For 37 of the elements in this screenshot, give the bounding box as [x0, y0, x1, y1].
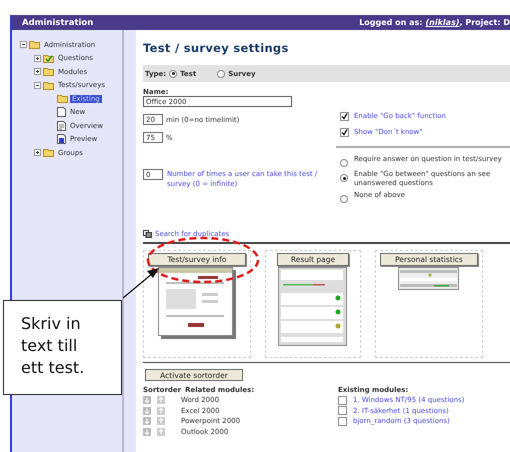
folder-icon: [43, 67, 54, 76]
checkbox[interactable]: [338, 406, 347, 416]
radio-button[interactable]: [340, 174, 348, 182]
radio-button[interactable]: [340, 195, 348, 203]
checkbox[interactable]: [340, 112, 349, 120]
expand-icon[interactable]: [34, 54, 41, 62]
page-title: Test / survey settings: [143, 41, 290, 55]
app-title: Administration: [22, 18, 94, 28]
expand-icon[interactable]: [34, 149, 41, 156]
project-label: , Project: D: [460, 18, 510, 27]
folder-icon: [29, 40, 40, 50]
checked-folder-icon: [43, 54, 54, 63]
folder-icon: [43, 148, 54, 158]
duplicate-icon: [143, 230, 152, 238]
user-link[interactable]: (niklas): [426, 18, 460, 27]
down-arrow-icon[interactable]: [143, 417, 151, 426]
folder-icon: [43, 80, 54, 90]
radio-button[interactable]: [217, 70, 226, 78]
callout-text: Skriv in text till ett test.: [3, 300, 122, 395]
down-arrow-icon[interactable]: [143, 406, 151, 415]
checkbox[interactable]: [338, 396, 347, 405]
document-icon: [57, 120, 66, 131]
expand-icon[interactable]: [34, 68, 41, 76]
radio-button[interactable]: [340, 159, 348, 167]
down-arrow-icon[interactable]: [143, 396, 151, 404]
radio-button[interactable]: [169, 70, 178, 78]
folder-icon: [57, 94, 68, 104]
checkbox[interactable]: [340, 128, 349, 136]
collapse-icon[interactable]: [20, 41, 27, 48]
down-arrow-icon[interactable]: [143, 428, 151, 436]
table-thumbnail-drawing: [398, 266, 460, 290]
login-label: Logged on as:: [359, 18, 423, 27]
checkbox[interactable]: [338, 416, 347, 426]
preview-icon: [57, 134, 66, 144]
page-icon: [57, 107, 66, 118]
pointer-arrow: [121, 266, 161, 300]
collapse-icon[interactable]: [34, 82, 41, 89]
